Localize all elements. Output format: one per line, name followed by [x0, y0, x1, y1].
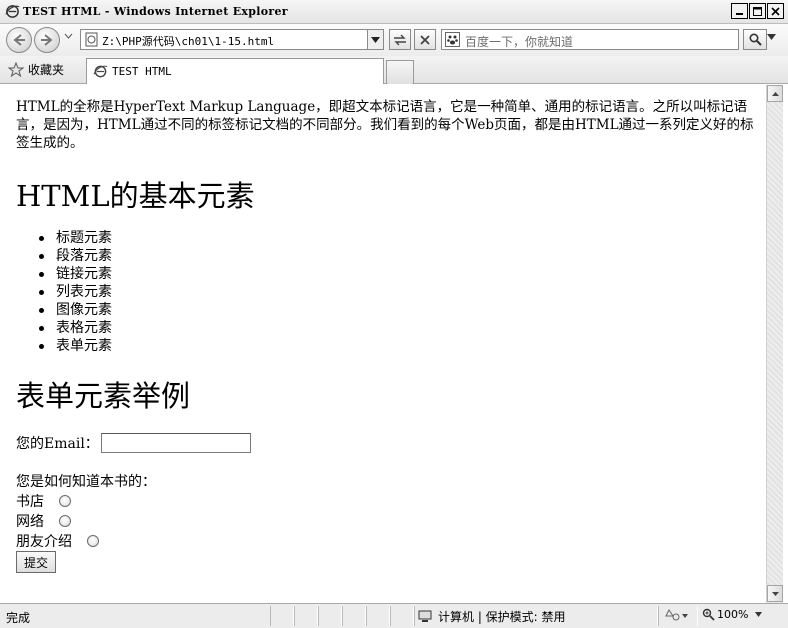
stop-button[interactable] — [414, 29, 436, 50]
forward-arrow-icon — [41, 34, 53, 46]
email-label: 您的Email： — [16, 436, 99, 452]
source-question-label: 您是如何知道本书的： — [16, 474, 156, 490]
submit-button[interactable]: 提交 — [16, 551, 56, 573]
address-dropdown-button[interactable] — [367, 30, 383, 49]
minimize-icon — [736, 12, 743, 15]
status-bar: 完成 计算机 | 保护模式: 禁用 100% — [0, 603, 788, 628]
new-tab-button[interactable] — [386, 60, 414, 84]
status-cell — [366, 606, 390, 626]
minimize-button[interactable] — [731, 3, 748, 19]
status-cell — [270, 606, 294, 626]
protected-mode-icon[interactable] — [664, 608, 690, 623]
back-arrow-icon — [13, 34, 25, 46]
radio-friend[interactable] — [87, 535, 99, 547]
list-item: 链接元素 — [39, 265, 112, 283]
tab-title: TEST HTML — [112, 65, 172, 78]
radio-internet[interactable] — [59, 515, 71, 527]
maximize-button[interactable] — [749, 3, 766, 19]
zoom-icon — [702, 608, 715, 621]
list-item: 段落元素 — [39, 247, 112, 265]
status-cell — [390, 606, 414, 626]
stop-icon — [420, 34, 430, 45]
list-item: 列表元素 — [39, 283, 112, 301]
close-button[interactable] — [767, 3, 784, 19]
option-label: 朋友介绍 — [16, 534, 72, 550]
list-item: 图像元素 — [39, 301, 112, 319]
status-cell — [342, 606, 366, 626]
option-label: 书店 — [16, 494, 44, 510]
security-zone[interactable]: 计算机 | 保护模式: 禁用 — [418, 608, 566, 625]
scroll-down-button[interactable] — [767, 585, 783, 602]
address-text[interactable]: Z:\PHP源代码\ch01\1-15.html — [102, 33, 274, 49]
back-button[interactable] — [6, 27, 32, 53]
ie-page-icon — [93, 65, 108, 78]
navigation-bar: Z:\PHP源代码\ch01\1-15.html 百度一下，你就知道 — [0, 24, 788, 56]
star-icon — [8, 62, 24, 77]
status-cell — [294, 606, 318, 626]
compatibility-icon — [394, 34, 406, 45]
forward-button[interactable] — [34, 27, 60, 53]
option-friend: 朋友介绍 — [16, 531, 99, 551]
page-icon — [85, 32, 98, 47]
heading-form-example: 表单元素举例 — [16, 379, 191, 413]
zoom-control[interactable]: 100% — [702, 608, 764, 621]
element-list: 标题元素 段落元素 链接元素 列表元素 图像元素 表格元素 表单元素 — [39, 229, 112, 355]
scroll-up-arrow-icon — [771, 91, 779, 96]
option-bookstore: 书店 — [16, 491, 71, 511]
list-item: 表单元素 — [39, 337, 112, 355]
search-options-dropdown-icon[interactable] — [767, 34, 776, 40]
zoom-level: 100% — [717, 608, 749, 621]
favorites-button[interactable]: 收藏夹 — [8, 61, 64, 78]
list-item: 标题元素 — [39, 229, 112, 247]
title-bar: TEST HTML - Windows Internet Explorer — [0, 0, 788, 24]
security-zone-text: 计算机 | 保护模式: 禁用 — [438, 610, 566, 624]
chevron-down-icon — [371, 36, 380, 43]
window-title: TEST HTML - Windows Internet Explorer — [23, 5, 288, 18]
option-label: 网络 — [16, 514, 44, 530]
computer-icon — [418, 610, 432, 622]
heading-basic-elements: HTML的基本元素 — [16, 179, 255, 213]
tab-test-html[interactable]: TEST HTML — [86, 58, 384, 84]
email-row: 您的Email： — [16, 433, 251, 453]
email-field[interactable] — [100, 433, 251, 453]
search-icon — [748, 33, 762, 46]
search-button[interactable] — [743, 29, 767, 50]
history-dropdown-icon[interactable] — [64, 33, 73, 39]
search-box[interactable]: 百度一下，你就知道 — [441, 29, 739, 50]
option-internet: 网络 — [16, 511, 71, 531]
baidu-paw-icon — [445, 32, 460, 47]
scroll-down-arrow-icon — [771, 591, 779, 596]
zoom-dropdown-icon — [755, 611, 763, 617]
radio-bookstore[interactable] — [59, 495, 71, 507]
scroll-up-button[interactable] — [767, 85, 783, 102]
maximize-icon — [753, 6, 762, 16]
ie-logo-icon — [5, 5, 20, 18]
favorites-label: 收藏夹 — [28, 63, 65, 77]
close-icon — [771, 6, 780, 16]
compatibility-view-button[interactable] — [389, 29, 411, 50]
vertical-scrollbar[interactable] — [766, 85, 783, 603]
page-content: HTML的全称是HyperText Markup Language，即超文本标记… — [1, 85, 766, 603]
status-cell — [318, 606, 342, 626]
status-text: 完成 — [6, 611, 31, 625]
list-item: 表格元素 — [39, 319, 112, 337]
address-bar[interactable]: Z:\PHP源代码\ch01\1-15.html — [80, 29, 384, 50]
intro-paragraph: HTML的全称是HyperText Markup Language，即超文本标记… — [16, 99, 754, 151]
search-input[interactable]: 百度一下，你就知道 — [465, 33, 573, 50]
tab-bar: 收藏夹 TEST HTML — [0, 56, 788, 84]
